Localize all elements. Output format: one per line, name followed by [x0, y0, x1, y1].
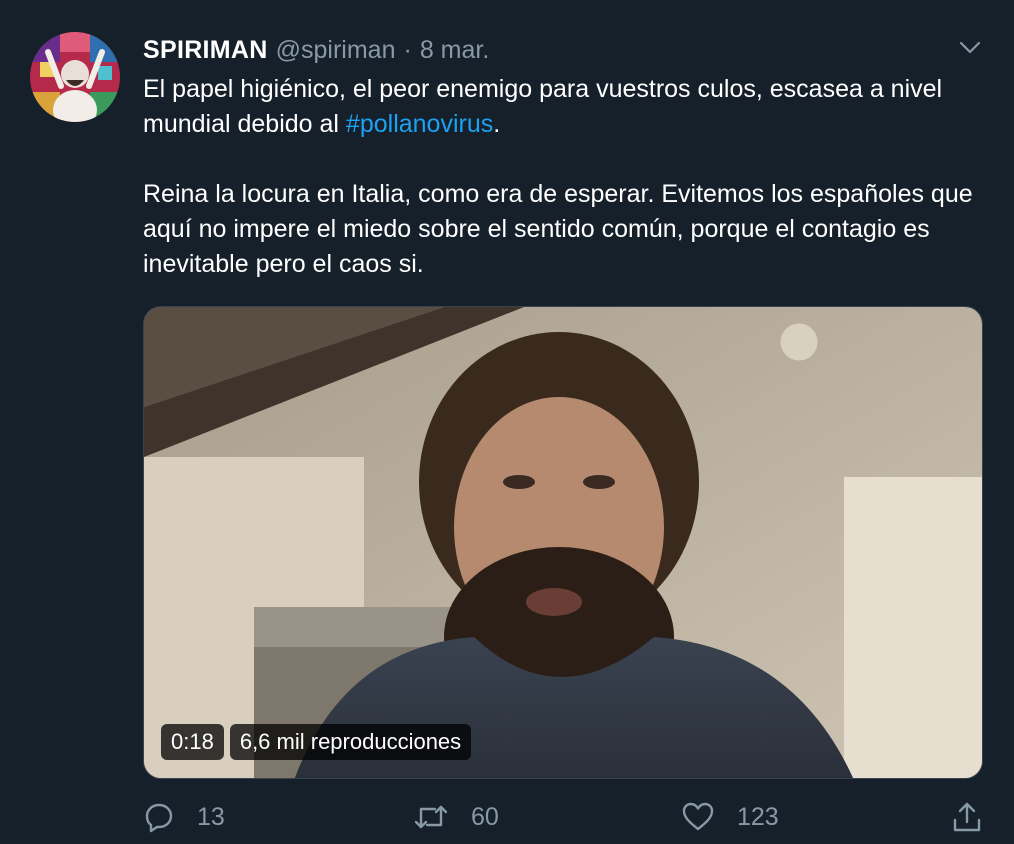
- reply-count: 13: [197, 802, 225, 831]
- author-name[interactable]: SPIRIMAN: [143, 36, 268, 65]
- tweet-text-part: .: [493, 110, 501, 138]
- tweet-header: SPIRIMAN @spiriman · 8 mar.: [143, 32, 489, 68]
- tweet-actions: 13 60 123: [143, 796, 988, 838]
- video-views: 6,6 mil reproducciones: [229, 724, 472, 760]
- author-handle[interactable]: @spiriman: [276, 36, 396, 65]
- hashtag-link[interactable]: #pollanovirus: [346, 110, 493, 138]
- like-button[interactable]: 123: [681, 796, 779, 838]
- reply-button[interactable]: 13: [143, 796, 225, 838]
- share-button[interactable]: [951, 796, 983, 838]
- retweet-count: 60: [471, 802, 499, 831]
- separator-dot: ·: [403, 35, 412, 64]
- video-player[interactable]: 0:18 6,6 mil reproducciones: [143, 306, 983, 779]
- tweet-text: El papel higiénico, el peor enemigo para…: [143, 72, 993, 282]
- retweet-button[interactable]: 60: [413, 796, 499, 838]
- tweet-paragraph-2: Reina la locura en Italia, como era de e…: [143, 180, 973, 278]
- tweet-paragraph-1: El papel higiénico, el peor enemigo para…: [143, 72, 993, 142]
- tweet-date[interactable]: 8 mar.: [420, 36, 489, 65]
- video-duration: 0:18: [161, 724, 224, 760]
- tweet-text-part: El papel higiénico, el peor enemigo para…: [143, 75, 943, 138]
- chevron-down-icon[interactable]: [955, 36, 985, 60]
- video-overlay: 0:18 6,6 mil reproducciones: [161, 724, 472, 760]
- avatar[interactable]: [30, 32, 120, 122]
- share-icon: [951, 800, 983, 834]
- video-thumbnail: [144, 307, 982, 778]
- like-count: 123: [737, 802, 779, 831]
- reply-icon: [143, 801, 175, 833]
- tweet[interactable]: SPIRIMAN @spiriman · 8 mar. El papel hig…: [0, 0, 1014, 844]
- retweet-icon: [413, 801, 449, 833]
- heart-icon: [681, 801, 715, 833]
